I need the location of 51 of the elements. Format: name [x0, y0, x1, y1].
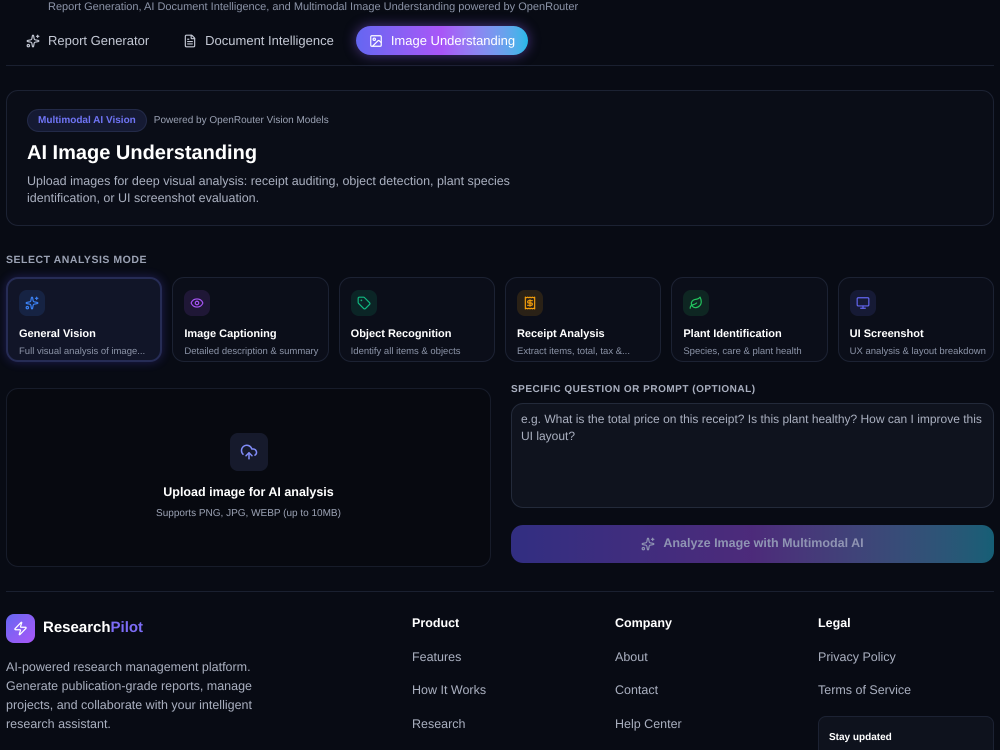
mode-card[interactable]: Object Recognition Identify all items & objects — [338, 276, 495, 362]
newsletter-title: Stay updated — [829, 732, 892, 743]
mode-title: General Vision — [19, 326, 97, 342]
footer-link[interactable]: Contact — [615, 681, 658, 700]
upload-dropzone[interactable]: Upload image for AI analysis Supports PNG, JPG, WEBP (up to 10MB) — [6, 388, 491, 567]
footer-link[interactable]: Help Center — [615, 715, 682, 734]
mode-description: Detailed description & summary — [184, 345, 317, 360]
footer-description: AI-powered research management platform. Generate publication-grade reports, manage projects, and collaborate with your intelligent research assistant. — [6, 658, 253, 733]
mode-description: Extract items, total, tax &... — [516, 345, 631, 360]
image-icon — [368, 34, 383, 48]
sparkles-icon — [26, 34, 40, 48]
hero-badge: Multimodal AI Vision — [27, 109, 147, 132]
prompt-label: SPECIFIC QUESTION OR PROMPT (OPTIONAL) — [511, 382, 757, 397]
brand-name: ResearchPilot — [43, 618, 144, 638]
hero-description: Upload images for deep visual analysis: receipt auditing, object detection, plant species identification, or UI screenshot evaluation. — [27, 173, 511, 207]
mode-title: Object Recognition — [350, 326, 452, 342]
footer-link[interactable]: Research — [412, 715, 466, 734]
upload-title: Upload image for AI analysis — [163, 484, 334, 502]
mode-title: UI Screenshot — [850, 326, 925, 342]
hero-title: AI Image Understanding — [27, 141, 258, 166]
mode-card[interactable]: General Vision Full visual analysis of image... — [6, 276, 162, 362]
tab[interactable]: Report Generator — [14, 26, 162, 55]
footer-heading: Product — [412, 614, 460, 632]
mode-card[interactable]: UI Screenshot UX analysis & layout breakdown — [838, 276, 994, 362]
footer-link[interactable]: Features — [412, 648, 462, 666]
section-label: SELECT ANALYSIS MODE — [6, 253, 148, 268]
mode-card[interactable]: Plant Identification Species, care & plant health — [671, 276, 828, 362]
document-icon — [183, 34, 198, 48]
footer-link[interactable]: How It Works — [412, 681, 486, 700]
header-subtitle: Report Generation, AI Document Intelligence, and Multimodal Image Understanding powered by OpenRouter — [48, 1, 578, 13]
mode-title: Image Captioning — [184, 326, 278, 342]
tab[interactable]: Document Intelligence — [171, 26, 346, 55]
footer-link[interactable]: Privacy Policy — [818, 648, 896, 666]
mode-card[interactable]: Receipt Analysis Extract items, total, tax &... — [504, 276, 662, 362]
upload-hint: Supports PNG, JPG, WEBP (up to 10MB) — [156, 507, 341, 522]
upload-icon — [240, 443, 258, 462]
tab[interactable]: Image Understanding — [356, 26, 528, 55]
mode-card[interactable]: Image Captioning Detailed description & summary — [172, 276, 329, 362]
footer-link[interactable]: About — [615, 648, 648, 666]
mode-title: Plant Identification — [683, 326, 783, 342]
mode-description: Species, care & plant health — [683, 345, 803, 360]
lightning-icon — [13, 620, 28, 636]
footer-link[interactable]: Terms of Service — [818, 681, 912, 700]
powered-by-text: Powered by OpenRouter Vision Models — [154, 114, 329, 128]
mode-description: Full visual analysis of image... — [19, 345, 146, 360]
mode-title: Receipt Analysis — [516, 326, 606, 342]
mode-description: Identify all items & objects — [350, 345, 462, 360]
prompt-field[interactable]: e.g. What is the total price on this receipt? Is this plant healthy? How can I improve this UI layout? — [511, 402, 994, 508]
footer-heading: Legal — [818, 614, 852, 632]
sparkles-icon — [641, 536, 656, 551]
footer-heading: Company — [615, 614, 673, 632]
